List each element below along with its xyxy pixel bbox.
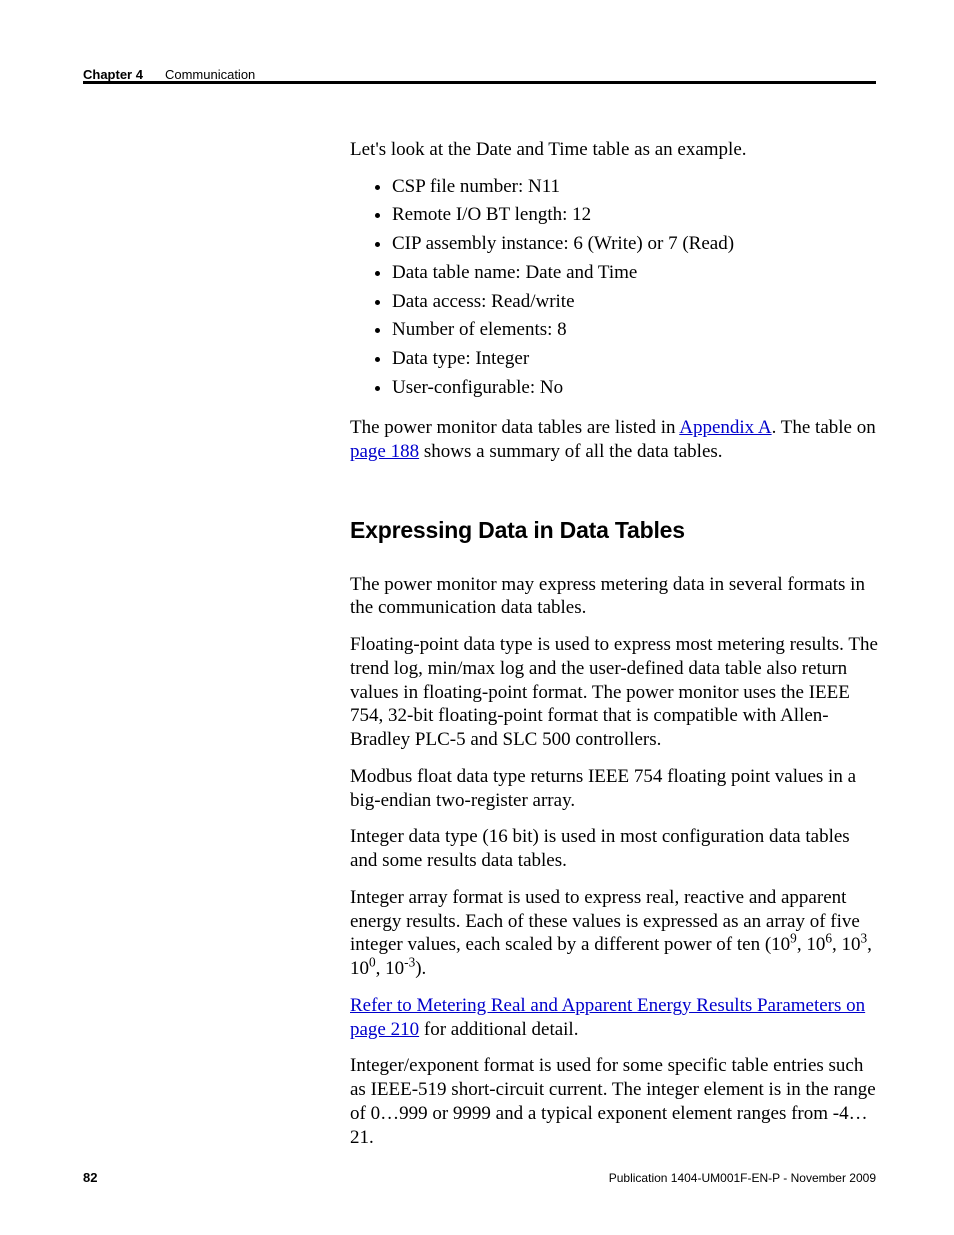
intro-paragraph: Let's look at the Date and Time table as…	[350, 138, 880, 162]
link-appendix-a[interactable]: Appendix A	[679, 417, 771, 438]
text-run: The power monitor data tables are listed…	[350, 417, 679, 438]
list-item: Data table name: Date and Time	[392, 261, 880, 286]
paragraph: Integer/exponent format is used for some…	[350, 1054, 880, 1149]
superscript: 9	[790, 931, 797, 946]
text-run: Integer array format is used to express …	[350, 887, 860, 956]
section-heading: Expressing Data in Data Tables	[350, 516, 880, 545]
text-run: , 10	[832, 934, 861, 955]
paragraph: Floating-point data type is used to expr…	[350, 633, 880, 752]
publication-info: Publication 1404-UM001F-EN-P - November …	[609, 1171, 876, 1185]
paragraph: Modbus float data type returns IEEE 754 …	[350, 765, 880, 813]
body-content: Let's look at the Date and Time table as…	[350, 138, 880, 1162]
paragraph-refer-link: Refer to Metering Real and Apparent Ener…	[350, 994, 880, 1042]
header-rule	[83, 81, 876, 84]
text-run: , 10	[376, 958, 405, 979]
paragraph-integer-array: Integer array format is used to express …	[350, 886, 880, 981]
superscript: 6	[825, 931, 832, 946]
bullet-list: CSP file number: N11 Remote I/O BT lengt…	[350, 175, 880, 401]
text-run: for additional detail.	[419, 1019, 578, 1040]
paragraph: The power monitor may express metering d…	[350, 573, 880, 621]
list-item: CSP file number: N11	[392, 175, 880, 200]
link-page-188[interactable]: page 188	[350, 441, 419, 462]
text-run: shows a summary of all the data tables.	[419, 441, 722, 462]
text-run: ).	[415, 958, 426, 979]
list-item: Number of elements: 8	[392, 318, 880, 343]
text-run: , 10	[797, 934, 826, 955]
list-item: Data type: Integer	[392, 347, 880, 372]
superscript: 0	[369, 955, 376, 970]
list-item: Data access: Read/write	[392, 290, 880, 315]
list-item: User-configurable: No	[392, 376, 880, 401]
paragraph: Integer data type (16 bit) is used in mo…	[350, 825, 880, 873]
chapter-title: Communication	[165, 67, 255, 82]
list-item: Remote I/O BT length: 12	[392, 203, 880, 228]
page-number: 82	[83, 1170, 97, 1185]
chapter-label: Chapter 4	[83, 67, 143, 82]
footer: 82 Publication 1404-UM001F-EN-P - Novemb…	[83, 1170, 876, 1185]
paragraph-appendix: The power monitor data tables are listed…	[350, 416, 880, 464]
list-item: CIP assembly instance: 6 (Write) or 7 (R…	[392, 232, 880, 257]
text-run: . The table on	[772, 417, 876, 438]
superscript: -3	[404, 955, 415, 970]
page: Chapter 4 Communication Let's look at th…	[0, 0, 954, 1235]
